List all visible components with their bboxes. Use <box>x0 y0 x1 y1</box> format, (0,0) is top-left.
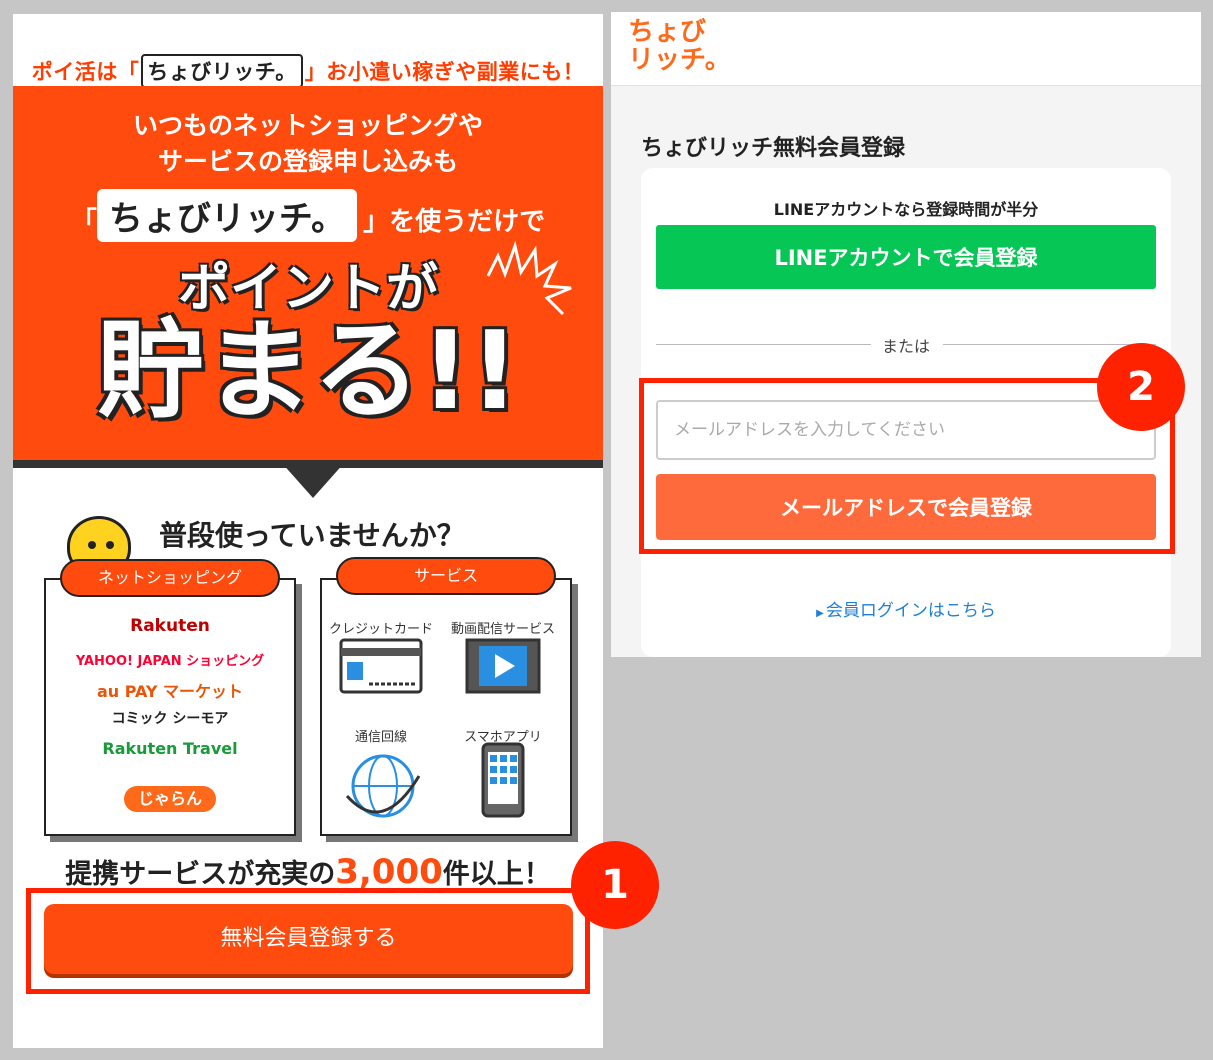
hero-line-2: サービスの登録申し込みも <box>157 147 458 176</box>
page-title: ちょびリッチ無料会員登録 <box>641 136 906 161</box>
hero-logo: ちょびリッチ。 <box>96 189 358 242</box>
triangle-right-icon: ▶ <box>816 608 824 619</box>
hero-line-3: 「ちょびリッチ。 」を使うだけで <box>13 189 603 242</box>
video-streaming-icon <box>465 638 541 694</box>
services-label: サービス <box>336 557 556 595</box>
service-credit-card-label: クレジットカード <box>328 622 433 637</box>
partners-count-text: 提携サービスが充実の3,000件以上！ <box>65 852 551 892</box>
member-login-link[interactable]: ▶ 会員ログインはこちら <box>611 596 1201 621</box>
step-badge-2: 2 <box>1097 343 1185 431</box>
brand-rakuten: Rakuten <box>130 616 210 636</box>
shopping-label: ネットショッピング <box>60 559 280 597</box>
line-hint-text: LINEアカウントなら登録時間が半分 <box>773 200 1039 219</box>
brand-comic-cmoa: コミック シーモア <box>111 711 229 727</box>
service-video-label: 動画配信サービス <box>450 622 555 637</box>
landing-page-panel: ポイ活は「 ちょびリッチ。 」お小遣い稼ぎや副業にも！ いつものネットショッピングや… <box>13 14 603 1048</box>
site-logo[interactable]: ちょび リッチ。 <box>628 18 731 74</box>
burst-decoration-icon <box>486 240 572 316</box>
brand-au-pay-market: au PAY マーケット <box>96 682 244 701</box>
hero-line-1: いつものネットショッピングや <box>132 111 483 140</box>
smartphone-app-icon <box>481 742 525 818</box>
globe-network-icon <box>345 754 421 818</box>
service-network-label: 通信回線 <box>354 730 407 745</box>
line-register-button[interactable]: LINEアカウントで会員登録 <box>656 225 1156 289</box>
step-badge-1: 1 <box>571 841 659 929</box>
credit-card-icon <box>339 638 423 694</box>
email-register-button[interactable]: メールアドレスで会員登録 <box>656 474 1156 540</box>
registration-page-panel: ちょび リッチ。 ちょびリッチ無料会員登録 LINEアカウントなら登録時間が半分 … <box>611 12 1201 657</box>
brand-jalan: じゃらん <box>124 786 216 812</box>
brand-yahoo-shopping: YAHOO! JAPAN ショッピング <box>75 654 265 669</box>
free-register-button[interactable]: 無料会員登録する <box>44 904 573 974</box>
tagline: ポイ活は「 ちょびリッチ。 」お小遣い稼ぎや副業にも！ <box>13 54 603 88</box>
site-header: ちょび リッチ。 <box>611 12 1201 86</box>
hero-banner: いつものネットショッピングや サービスの登録申し込みも 「ちょびリッチ。 」を使う… <box>13 86 603 466</box>
tagline-logo: ちょびリッチ。 <box>141 54 303 88</box>
or-divider: または <box>656 332 1156 356</box>
email-input[interactable] <box>656 400 1156 460</box>
hero-arrow <box>281 462 345 498</box>
partners-count: 3,000 <box>335 852 443 892</box>
brand-rakuten-travel: Rakuten Travel <box>102 739 238 758</box>
question-heading: 普段使っていませんか？ <box>159 519 465 552</box>
hero-headline: 貯まる!! <box>96 309 520 434</box>
